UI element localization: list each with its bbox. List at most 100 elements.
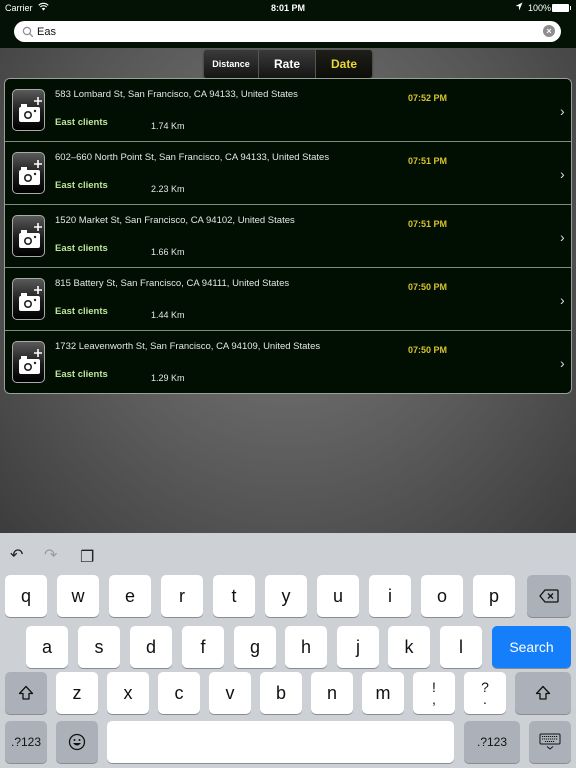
address: 1732 Leavenworth St, San Francisco, CA 9… [55,341,321,352]
search-key[interactable]: Search [492,626,571,668]
location-arrow-icon [515,2,523,13]
address: 1520 Market St, San Francisco, CA 94102,… [55,215,295,226]
tab-date[interactable]: Date [316,50,372,78]
key-q[interactable]: q [5,575,47,617]
camera-add-icon[interactable] [12,278,45,320]
chevron-right-icon[interactable]: › [560,166,565,182]
paste-icon[interactable]: ❐ [80,547,94,567]
location-list: 583 Lombard St, San Francisco, CA 94133,… [4,78,572,394]
key-l[interactable]: l [440,626,482,668]
tab-distance[interactable]: Distance [204,50,259,78]
key-i[interactable]: i [369,575,411,617]
key-n[interactable]: n [311,672,353,714]
emoji-icon [68,733,86,751]
key-p[interactable]: p [473,575,515,617]
key-j[interactable]: j [337,626,379,668]
timestamp: 07:52 PM [408,93,448,103]
keyboard-dismiss-icon [539,733,561,750]
key-t[interactable]: t [213,575,255,617]
emoji-key[interactable] [56,721,98,763]
key-exclamation-comma[interactable]: !, [413,672,455,714]
key-b[interactable]: b [260,672,302,714]
key-x[interactable]: x [107,672,149,714]
key-m[interactable]: m [362,672,404,714]
camera-add-icon[interactable] [12,89,45,131]
distance: 1.29 Km [151,373,185,383]
list-item[interactable]: 1520 Market St, San Francisco, CA 94102,… [5,205,571,268]
key-v[interactable]: v [209,672,251,714]
timestamp: 07:50 PM [408,282,448,292]
address: 583 Lombard St, San Francisco, CA 94133,… [55,89,298,100]
key-o[interactable]: o [421,575,463,617]
shift-icon [535,685,551,700]
space-key[interactable] [107,721,454,763]
key-r[interactable]: r [161,575,203,617]
search-input[interactable] [37,23,537,40]
shift-key-right[interactable] [515,672,571,714]
keyboard: ↶ ↷ ❐ q w e r t y u i o p a s d f g h j … [0,533,576,768]
camera-add-icon[interactable] [12,341,45,383]
key-g[interactable]: g [234,626,276,668]
key-s[interactable]: s [78,626,120,668]
keyboard-shortcut-bar: ↶ ↷ ❐ [0,533,576,575]
search-bar-container: × [0,16,576,48]
key-k[interactable]: k [388,626,430,668]
list-item[interactable]: 815 Battery St, San Francisco, CA 94111,… [5,268,571,331]
numbers-key-left[interactable]: .?123 [5,721,47,763]
camera-add-icon[interactable] [12,152,45,194]
key-d[interactable]: d [130,626,172,668]
timestamp: 07:50 PM [408,345,448,355]
group-label: East clients [55,117,108,128]
shift-icon [18,685,34,700]
key-f[interactable]: f [182,626,224,668]
main-content: Distance Rate Date 583 Lombard St, San F… [0,48,576,533]
timestamp: 07:51 PM [408,156,448,166]
key-z[interactable]: z [56,672,98,714]
dismiss-keyboard-key[interactable] [529,721,571,763]
chevron-right-icon[interactable]: › [560,355,565,371]
redo-icon[interactable]: ↷ [44,545,57,565]
address: 602–660 North Point St, San Francisco, C… [55,152,330,163]
distance: 1.66 Km [151,247,185,257]
tab-rate[interactable]: Rate [259,50,316,78]
shift-key-left[interactable] [5,672,47,714]
group-label: East clients [55,243,108,254]
clock: 8:01 PM [270,3,305,13]
key-y[interactable]: y [265,575,307,617]
group-label: East clients [55,306,108,317]
chevron-right-icon[interactable]: › [560,229,565,245]
camera-add-icon[interactable] [12,215,45,257]
key-c[interactable]: c [158,672,200,714]
list-item[interactable]: 583 Lombard St, San Francisco, CA 94133,… [5,79,571,142]
key-a[interactable]: a [26,626,68,668]
key-h[interactable]: h [285,626,327,668]
list-item[interactable]: 602–660 North Point St, San Francisco, C… [5,142,571,205]
sort-segmented-control: Distance Rate Date [204,50,372,78]
group-label: East clients [55,369,108,380]
key-e[interactable]: e [109,575,151,617]
battery-percent: 100% [528,3,552,13]
key-bottom-char: . [483,691,487,707]
clear-icon[interactable]: × [543,25,555,37]
chevron-right-icon[interactable]: › [560,292,565,308]
key-w[interactable]: w [57,575,99,617]
group-label: East clients [55,180,108,191]
key-question-period[interactable]: ?. [464,672,506,714]
undo-icon[interactable]: ↶ [10,545,23,565]
backspace-icon [539,589,559,603]
backspace-key[interactable] [527,575,571,617]
chevron-right-icon[interactable]: › [560,103,565,119]
distance: 1.44 Km [151,310,185,320]
address: 815 Battery St, San Francisco, CA 94111,… [55,278,290,289]
battery-icon [552,4,571,12]
status-bar: Carrier 8:01 PM 100% [0,0,576,16]
search-icon [22,25,34,38]
numbers-key-right[interactable]: .?123 [464,721,520,763]
search-bar[interactable]: × [14,21,561,42]
timestamp: 07:51 PM [408,219,448,229]
key-bottom-char: , [432,691,436,707]
key-u[interactable]: u [317,575,359,617]
distance: 2.23 Km [151,184,185,194]
distance: 1.74 Km [151,121,185,131]
list-item[interactable]: 1732 Leavenworth St, San Francisco, CA 9… [5,331,571,393]
